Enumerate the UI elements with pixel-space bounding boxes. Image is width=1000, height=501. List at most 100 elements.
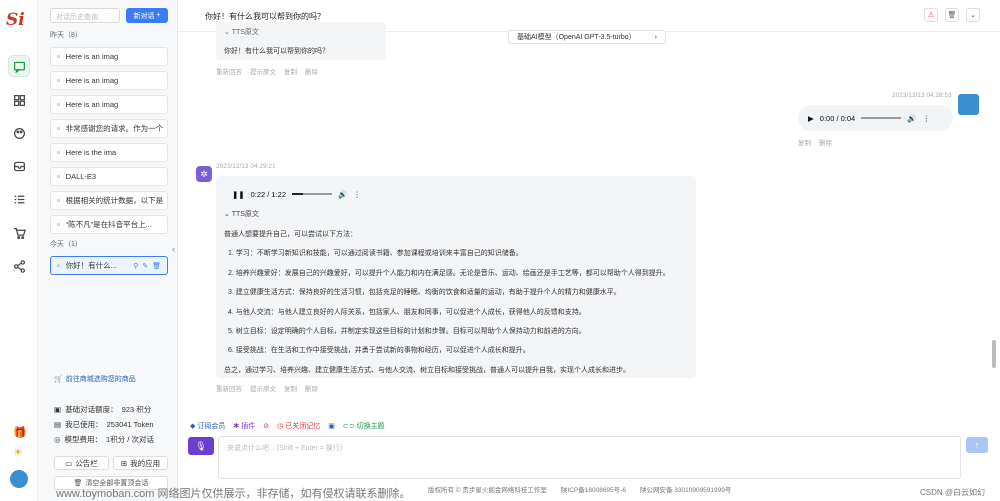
delete-button[interactable]: 删除 xyxy=(305,66,318,76)
gift-icon[interactable]: 🎁 xyxy=(13,426,27,439)
history-item-active[interactable]: ▫ 你好！有什么... ⚲ ✎ 🗑 xyxy=(50,256,168,275)
message-line: 1. 学习：不断学习新知识和技能，可以通过阅读书籍、参加课程或培训来丰富自己的知… xyxy=(228,250,523,257)
message-input[interactable]: 来说点什么吧... (Shift + Enter = 换行) xyxy=(218,436,961,479)
doc-icon: ▤ xyxy=(54,420,62,429)
memory-toggle[interactable]: ◷ 已关闭记忆 xyxy=(277,421,320,431)
apps-icon: ⊞ xyxy=(120,458,128,468)
mic-icon: 🎙 xyxy=(195,440,207,451)
grid-icon[interactable] xyxy=(8,89,30,111)
chat-bubble-icon: ▫ xyxy=(57,148,60,157)
stat-cost: ◎ 模型费用： 1积分 / 次对话 xyxy=(54,435,154,444)
chat-main: 你好！有什么我可以帮到你的吗？ ⚠ 🗑 ⌄ ⌄ TTS原文 你好！有什么我可以帮… xyxy=(178,0,1000,501)
more-icon[interactable]: ⋮ xyxy=(923,114,931,123)
plugin-icon: ✱ xyxy=(233,423,240,430)
history-item[interactable]: ▫ Here is an imag xyxy=(50,47,168,66)
cart-small-icon: 🛒 xyxy=(54,376,63,383)
history-item[interactable]: ▫ Here is the ima xyxy=(50,143,168,162)
trash-header-icon[interactable]: 🗑 xyxy=(945,8,959,22)
chat-bubble-icon: ▫ xyxy=(57,100,60,109)
delete-icon[interactable]: 🗑 xyxy=(152,262,161,270)
police-link[interactable]: 陕公网安备 33010909591999号 xyxy=(640,484,731,494)
store-link[interactable]: 🛒 前往商城选购您的商品 xyxy=(54,374,136,384)
history-item[interactable]: ▫ “陈不凡”是在抖音平台上... xyxy=(50,215,168,234)
message-actions: 重新回答 提示原文 复制 删除 xyxy=(216,66,318,76)
history-item[interactable]: ▫ DALL-E3 xyxy=(50,167,168,186)
bot-audio-player[interactable]: ❚❚ 0:22 / 1:22 🔊 ⋮ xyxy=(222,181,372,207)
avatar[interactable] xyxy=(10,470,28,488)
message-text: 你好！有什么我可以帮到你的吗？ xyxy=(224,48,329,55)
icon-rail: Si 🎁 ☀ xyxy=(0,0,38,501)
theme-toggle[interactable]: ⊂⊃ 切换主题 xyxy=(343,421,385,431)
chevron-down-icon[interactable]: ⌄ xyxy=(966,8,980,22)
voice-input-button[interactable]: 🎙 xyxy=(188,437,214,455)
message-timestamp: 2023/12/13 04:29:21 xyxy=(216,163,276,170)
prompt-source-button[interactable]: 提示原文 xyxy=(250,383,276,393)
sun-icon[interactable]: ☀ xyxy=(13,446,23,459)
notice-button[interactable]: ▭ 公告栏 xyxy=(54,456,109,470)
group-label-today: 今天（1） xyxy=(50,241,82,248)
user-avatar xyxy=(958,94,979,115)
prompt-source-button[interactable]: 提示原文 xyxy=(250,66,276,76)
trash-icon: 🗑 xyxy=(73,480,83,487)
chat-icon[interactable] xyxy=(8,55,30,77)
history-item[interactable]: ▫ 非常感谢您的请求。作为一个 xyxy=(50,119,168,138)
history-search-input[interactable]: 对话历史查询 xyxy=(50,8,120,23)
chat-bubble-icon: ▫ xyxy=(57,220,60,229)
bot-avatar: ✲ xyxy=(196,166,212,182)
volume-icon[interactable]: 🔊 xyxy=(338,190,347,199)
my-apps-button[interactable]: ⊞ 我的应用 xyxy=(113,456,168,470)
tts-toggle[interactable]: ⌄ TTS原文 xyxy=(224,27,259,37)
history-item[interactable]: ▫ Here is an imag xyxy=(50,95,168,114)
diamond-icon: ◆ xyxy=(190,423,196,430)
new-chat-button[interactable]: 新对话 + xyxy=(126,8,168,23)
copy-button[interactable]: 复制 xyxy=(798,137,811,147)
user-audio-player[interactable]: ▶ 0:00 / 0:04 🔊 ⋮ xyxy=(798,105,953,131)
pin-icon[interactable]: ⚲ xyxy=(133,262,138,270)
delete-button[interactable]: 删除 xyxy=(305,383,318,393)
tts-toggle[interactable]: ⌄ TTS原文 xyxy=(224,209,259,219)
chat-bubble-icon: ▫ xyxy=(57,124,60,133)
icp-link[interactable]: 陕ICP备18008695号-6 xyxy=(561,484,626,494)
share-icon[interactable] xyxy=(8,255,30,277)
audio-progress[interactable] xyxy=(861,117,902,119)
list-icon[interactable] xyxy=(8,188,30,210)
volume-icon[interactable]: 🔊 xyxy=(907,114,916,123)
cart-icon[interactable] xyxy=(8,222,30,244)
inbox-icon[interactable] xyxy=(8,155,30,177)
app-logo: Si xyxy=(6,10,25,30)
message-line: 4. 与他人交流：与他人建立良好的人际关系，包括家人、朋友和同事，可以促进个人成… xyxy=(228,309,586,316)
collapse-sidebar-icon[interactable]: ‹ xyxy=(172,244,175,254)
group-label-yesterday: 昨天（8） xyxy=(50,32,82,39)
copy-button[interactable]: 复制 xyxy=(284,66,297,76)
edit-icon[interactable]: ✎ xyxy=(142,262,148,270)
chat-bubble-icon: ▫ xyxy=(57,52,60,61)
play-icon[interactable]: ▶ xyxy=(808,114,814,123)
page-title: 你好！有什么我可以帮到你的吗？ xyxy=(205,12,325,21)
clear-sessions-button[interactable]: 🗑 清空全部非置顶会话 xyxy=(54,476,168,490)
notice-icon: ▭ xyxy=(65,458,73,468)
subscribe-button[interactable]: ◆ 订阅会员 xyxy=(190,421,225,431)
user-message-actions: 复制 删除 xyxy=(798,137,832,147)
regenerate-button[interactable]: 重新回答 xyxy=(216,66,242,76)
audio-progress[interactable] xyxy=(292,193,333,195)
delete-button[interactable]: 删除 xyxy=(819,137,832,147)
palette-icon[interactable] xyxy=(8,122,30,144)
history-item[interactable]: ▫ 根据相关的统计数据，以下是 xyxy=(50,191,168,210)
toggle-icon: ⊂⊃ xyxy=(342,423,355,430)
message-timestamp: 2023/12/13 04:28:53 xyxy=(892,92,952,99)
plugin-button[interactable]: ✱ 插件 xyxy=(233,421,255,431)
lock-icon[interactable]: ▣ xyxy=(328,421,335,431)
alert-icon[interactable]: ⚠ xyxy=(924,8,938,22)
more-icon[interactable]: ⋮ xyxy=(353,190,361,199)
input-toolbar: ◆ 订阅会员 ✱ 插件 ⊘ ◷ 已关闭记忆 ▣ ⊂⊃ 切换主题 xyxy=(190,421,385,431)
scrollbar[interactable] xyxy=(992,340,996,368)
pause-icon[interactable]: ❚❚ xyxy=(232,190,245,199)
history-panel: 对话历史查询 新对话 + 昨天（8） ▫ Here is an imag ▫ Here… xyxy=(38,0,178,501)
regenerate-button[interactable]: 重新回答 xyxy=(216,383,242,393)
block-icon[interactable]: ⊘ xyxy=(263,421,269,431)
plus-icon: + xyxy=(156,12,161,19)
copy-button[interactable]: 复制 xyxy=(284,383,297,393)
model-selector[interactable]: 基础AI模型（OpenAI GPT-3.5-turbo） › xyxy=(508,30,666,44)
history-item[interactable]: ▫ Here is an imag xyxy=(50,71,168,90)
send-button[interactable]: ↑ xyxy=(966,437,988,453)
